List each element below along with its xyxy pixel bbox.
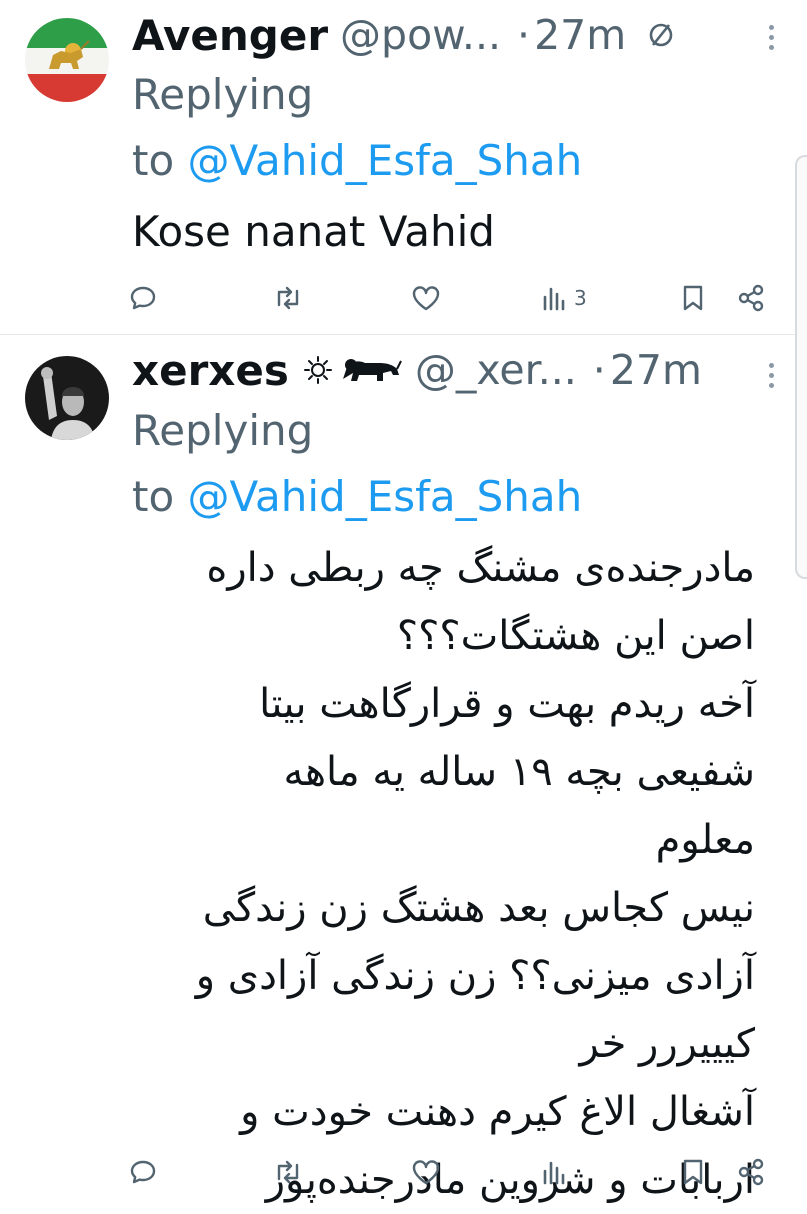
views-icon[interactable]: 3: [540, 278, 587, 318]
avatar[interactable]: [25, 18, 109, 102]
separator: ·: [592, 346, 606, 394]
replying-label: Replying: [132, 70, 314, 119]
replying-to-word: to: [132, 136, 175, 185]
action-bar: [128, 1152, 778, 1192]
profile-badges: [303, 355, 403, 385]
share-icon[interactable]: [736, 1152, 766, 1192]
display-name[interactable]: xerxes: [132, 346, 289, 395]
share-icon[interactable]: [736, 278, 766, 318]
timestamp[interactable]: 27m: [610, 346, 702, 394]
tweet-header: Avenger @pow... · 27m: [132, 5, 757, 65]
like-icon[interactable]: [410, 278, 442, 318]
bookmark-icon[interactable]: [680, 1152, 706, 1192]
user-handle[interactable]: @pow...: [340, 11, 501, 59]
tweet-text-line: نیس کجاس بعد هشتگ زن زندگی: [202, 885, 755, 931]
tweet-text-line: آخه ریدم بهت و قرارگاهت بیتا: [259, 681, 755, 727]
user-handle[interactable]: @_xer...: [415, 346, 577, 394]
tweet-text-line: آزادی میزنی؟؟ زن زندگی آزادی و: [195, 953, 755, 999]
scroll-handle[interactable]: [795, 155, 807, 579]
tweet-text-line: اصن این هشتگات؟؟؟: [396, 613, 755, 659]
replying-to-word: to: [132, 472, 175, 521]
bookmark-icon[interactable]: [680, 278, 706, 318]
display-name[interactable]: Avenger: [132, 11, 328, 60]
avatar[interactable]: [25, 356, 109, 440]
like-icon[interactable]: [410, 1152, 442, 1192]
tweet-text-line: کیییررر خر: [579, 1021, 755, 1067]
iran-lion-sun-flag-avatar: [25, 18, 109, 102]
tweet-text-line: آشغال الاغ کیرم دهنت خودت و: [240, 1089, 755, 1135]
replying-label: Replying: [132, 406, 314, 455]
views-count: 3: [574, 286, 587, 310]
replying-to-line: to @Vahid_Esfa_Shah: [132, 464, 582, 530]
separator: ·: [517, 11, 531, 59]
retweet-icon[interactable]: [272, 1152, 304, 1192]
tweet-text-line: شفیعی بچه ۱۹ ساله یه ماهه معلوم: [283, 749, 755, 863]
tweet-avenger[interactable]: Avenger @pow... · 27m Replying to @Vahid…: [0, 0, 807, 334]
man-raising-fist-photo-avatar: [25, 356, 109, 440]
retweet-icon[interactable]: [272, 278, 304, 318]
lion-icon: [342, 359, 402, 381]
replying-to-line: to @Vahid_Esfa_Shah: [132, 128, 582, 194]
reply-icon[interactable]: [128, 278, 158, 318]
mention-link[interactable]: @Vahid_Esfa_Shah: [188, 472, 583, 521]
action-bar: 3: [128, 278, 778, 318]
tweet-text-line: مادرجنده‌ی مشنگ چه ربطی داره: [206, 545, 755, 591]
sun-icon: [303, 356, 332, 384]
reply-icon[interactable]: [128, 1152, 158, 1192]
tweet-xerxes[interactable]: xerxes @_xer... · 27m Replying to @Vahid…: [0, 334, 807, 1203]
more-options-icon[interactable]: [765, 358, 777, 398]
tweet-header: xerxes @_xer... · 27m: [132, 340, 757, 400]
views-icon[interactable]: [540, 1152, 570, 1192]
more-options-icon[interactable]: [765, 20, 777, 60]
mention-link[interactable]: @Vahid_Esfa_Shah: [188, 136, 583, 185]
timestamp[interactable]: 27m: [534, 11, 626, 59]
tweet-text: مادرجنده‌ی مشنگ چه ربطی داره اصن این هشت…: [180, 534, 755, 1214]
tweet-text: Kose nanat Vahid: [132, 207, 495, 256]
muted-circle-slash-icon: [646, 20, 676, 50]
